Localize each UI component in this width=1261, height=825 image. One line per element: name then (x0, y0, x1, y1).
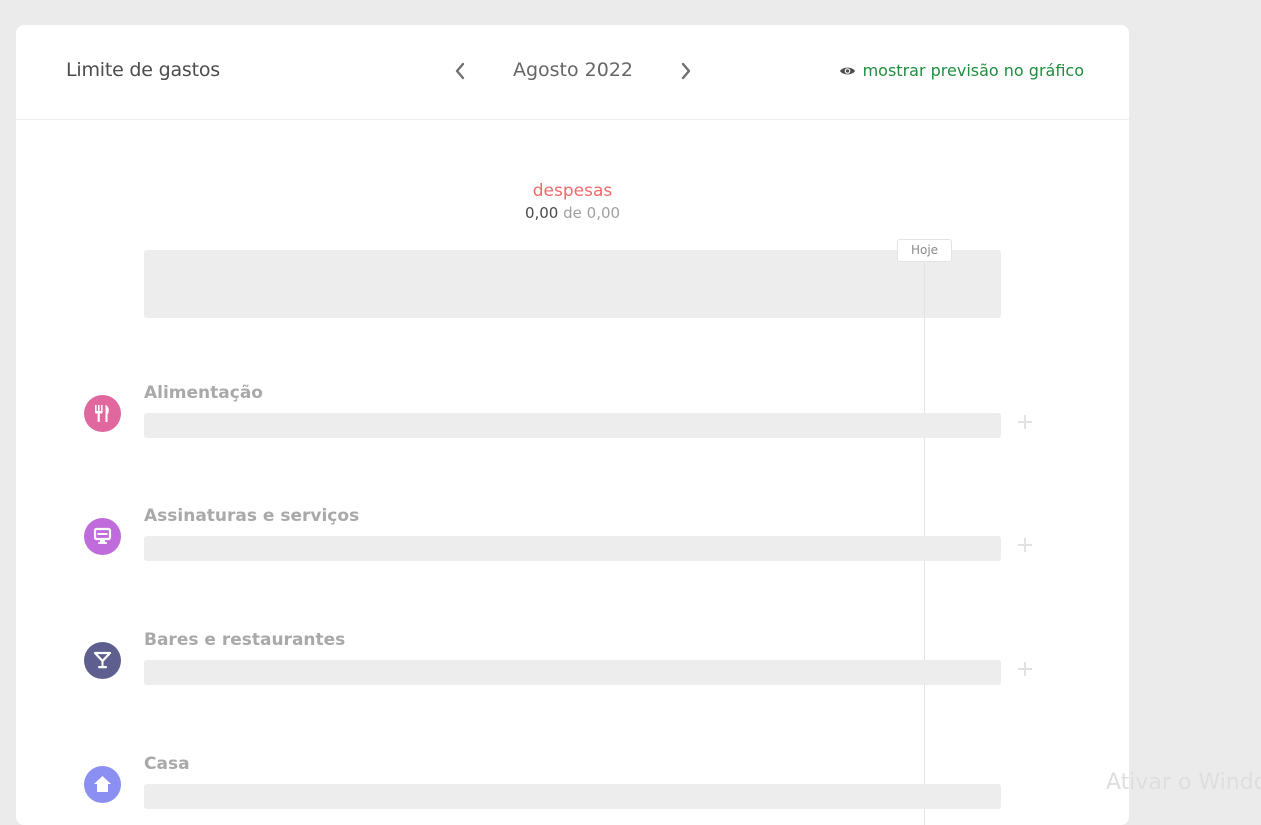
today-badge: Hoje (897, 239, 952, 262)
category-icon-badge (84, 642, 121, 679)
windows-activation-watermark: Ativar o Windows (1106, 770, 1261, 795)
category-icon-badge (84, 766, 121, 803)
category-row-casa: Casa (16, 754, 1129, 825)
next-month-button[interactable] (671, 55, 701, 87)
card-header: Limite de gastos Agosto 2022 mostrar pre… (16, 25, 1129, 120)
current-month-label: Agosto 2022 (512, 59, 634, 81)
add-limit-button[interactable] (1015, 412, 1035, 432)
plus-icon (1018, 662, 1032, 676)
show-forecast-link[interactable]: mostrar previsão no gráfico (839, 61, 1084, 80)
eye-icon (839, 67, 855, 74)
category-row-assinaturas: Assinaturas e serviços (16, 506, 1129, 596)
limit-amount: 0,00 (586, 204, 621, 222)
screen-icon (93, 527, 112, 544)
category-icon-badge (84, 518, 121, 555)
category-name: Bares e restaurantes (144, 630, 346, 650)
show-forecast-label: mostrar previsão no gráfico (862, 61, 1084, 80)
spending-limit-card: Limite de gastos Agosto 2022 mostrar pre… (16, 25, 1129, 825)
category-row-alimentacao: Alimentação (16, 383, 1129, 473)
add-limit-button[interactable] (1015, 535, 1035, 555)
add-limit-button[interactable] (1015, 659, 1035, 679)
plus-icon (1018, 415, 1032, 429)
fork-knife-icon (95, 405, 109, 422)
page-title: Limite de gastos (66, 59, 220, 81)
plus-icon (1018, 538, 1032, 552)
category-progress-bar (144, 660, 1001, 685)
cocktail-icon (93, 651, 112, 669)
category-progress-bar (144, 784, 1001, 809)
expenses-label: despesas (532, 181, 613, 201)
expenses-values: 0,00 de 0,00 (144, 203, 1001, 224)
category-progress-bar (144, 413, 1001, 438)
category-name: Assinaturas e serviços (144, 506, 360, 526)
chevron-right-icon (681, 62, 691, 80)
expenses-summary: despesas 0,00 de 0,00 (144, 180, 1001, 224)
total-progress-bar (144, 250, 1001, 318)
category-name: Alimentação (144, 383, 263, 403)
category-name: Casa (144, 754, 190, 774)
house-icon (94, 776, 111, 792)
of-separator: de (563, 204, 582, 222)
category-progress-bar (144, 536, 1001, 561)
month-navigator: Agosto 2022 (450, 55, 696, 87)
category-icon-badge (84, 395, 121, 432)
spent-amount: 0,00 (524, 204, 559, 222)
category-row-bares: Bares e restaurantes (16, 630, 1129, 720)
